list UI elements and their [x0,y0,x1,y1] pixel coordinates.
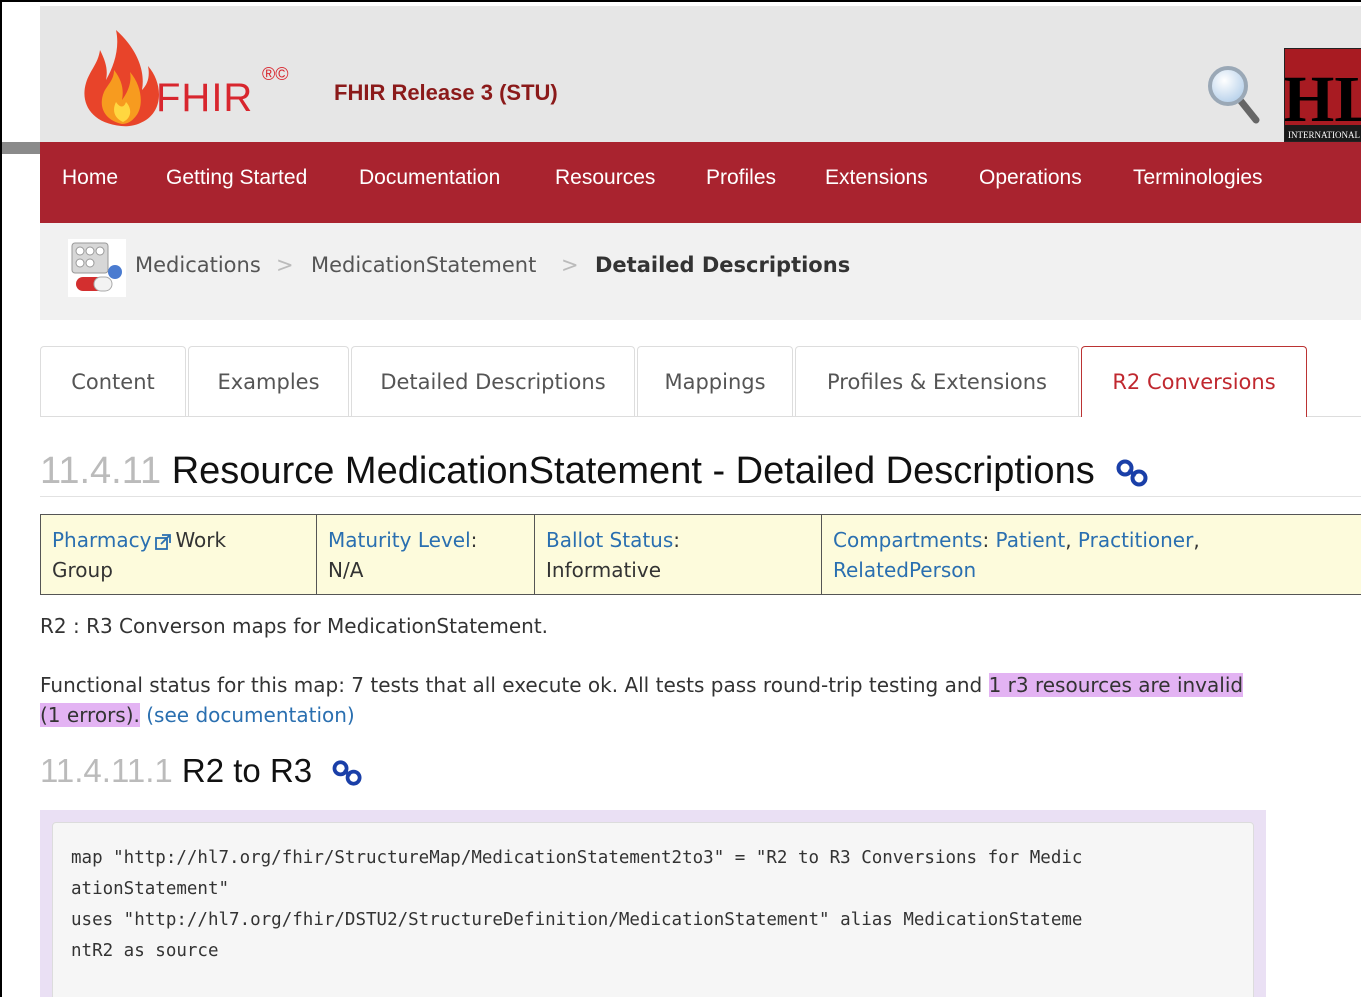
code-line: ntR2 as source [71,941,219,961]
intro-text: R2 : R3 Converson maps for MedicationSta… [40,614,549,638]
compartments-cell: Compartments: Patient, Practitioner, Rel… [821,515,1361,594]
tab-profiles-extensions[interactable]: Profiles & Extensions [795,346,1079,416]
breadcrumb-medicationstatement[interactable]: MedicationStatement [311,253,536,277]
code-line: ationStatement" [71,879,230,899]
tab-detailed-descriptions[interactable]: Detailed Descriptions [351,346,635,416]
functional-status: Functional status for this map: 7 tests … [40,670,1244,730]
compartments-link[interactable]: Compartments [833,528,982,552]
section-title: 11.4.11.1 R2 to R3 [40,752,365,790]
code-block-wrapper: map "http://hl7.org/fhir/StructureMap/Me… [40,810,1266,997]
section-title-text: R2 to R3 [181,752,313,789]
tab-content[interactable]: Content [40,346,186,416]
workgroup-text: Group [52,558,113,582]
nav-resources[interactable]: Resources [555,166,655,190]
maturity-cell: Maturity Level: N/A [316,515,534,594]
site-header: FHIR ®© FHIR Release 3 (STU) HL7 INTERNA… [40,6,1361,142]
hl7-logo-subtitle: INTERNATIONAL [1288,130,1360,140]
fhir-logo-text[interactable]: FHIR [156,76,253,121]
release-title: FHIR Release 3 (STU) [334,80,558,105]
ballot-status-link[interactable]: Ballot Status [546,528,673,552]
nav-extensions[interactable]: Extensions [825,166,928,190]
medications-icon [68,239,126,297]
maturity-level-link[interactable]: Maturity Level [328,528,471,552]
functional-status-text: Functional status for this map: 7 tests … [40,673,983,697]
workgroup-link[interactable]: Pharmacy [52,528,151,552]
breadcrumb-current: Detailed Descriptions [595,253,851,277]
resource-info-table: Pharmacy Work Group Maturity Level: N/A … [40,514,1361,595]
nav-getting-started[interactable]: Getting Started [166,166,307,190]
nav-home[interactable]: Home [62,166,118,190]
maturity-level-value: N/A [328,558,364,582]
resource-tabs: Content Examples Detailed Descriptions M… [40,346,1361,418]
external-link-icon[interactable] [154,533,172,551]
breadcrumb-separator: > [276,253,294,277]
workgroup-cell: Pharmacy Work Group [41,515,316,594]
tab-examples[interactable]: Examples [188,346,349,416]
breadcrumb-separator: > [561,253,579,277]
compartment-relatedperson-link[interactable]: RelatedPerson [833,558,976,582]
breadcrumb: Medications > MedicationStatement > Deta… [40,223,1361,320]
search-icon[interactable] [1206,64,1262,124]
see-documentation-link[interactable]: (see documentation) [146,703,354,727]
section-title-number: 11.4.11.1 [40,752,173,789]
page-title-text: Resource MedicationStatement - Detailed … [171,450,1095,492]
anchor-link-icon[interactable] [331,759,365,787]
ballot-status-value: Informative [546,558,661,582]
workgroup-text: Work [175,528,227,552]
title-divider [40,496,1361,497]
page-title: 11.4.11 Resource MedicationStatement - D… [40,450,1151,493]
nav-documentation[interactable]: Documentation [359,166,500,190]
anchor-link-icon[interactable] [1115,458,1151,488]
hl7-logo[interactable]: HL7 INTERNATIONAL [1284,48,1361,142]
page-title-number: 11.4.11 [40,450,162,492]
nav-terminologies[interactable]: Terminologies [1133,166,1263,190]
browser-viewport: FHIR ®© FHIR Release 3 (STU) HL7 INTERNA… [0,0,1361,997]
ballot-cell: Ballot Status: Informative [534,515,821,594]
side-accent [2,142,40,154]
compartment-patient-link[interactable]: Patient [996,528,1066,552]
errors-highlight: (1 errors). [40,703,140,727]
nav-profiles[interactable]: Profiles [706,166,776,190]
structure-map-code[interactable]: map "http://hl7.org/fhir/StructureMap/Me… [52,822,1254,997]
nav-operations[interactable]: Operations [979,166,1082,190]
main-nav: Home Getting Started Documentation Resou… [40,142,1361,223]
invalid-resources-highlight: 1 r3 resources are invalid [988,673,1244,697]
tab-mappings[interactable]: Mappings [637,346,793,416]
tab-r2-conversions[interactable]: R2 Conversions [1081,346,1307,417]
fhir-flame-icon[interactable] [76,28,166,128]
code-line: uses "http://hl7.org/fhir/DSTU2/Structur… [71,910,1083,930]
fhir-logo-trademark: ®© [262,64,289,84]
compartment-practitioner-link[interactable]: Practitioner [1078,528,1193,552]
code-line: map "http://hl7.org/fhir/StructureMap/Me… [71,848,1083,868]
breadcrumb-medications[interactable]: Medications [135,253,261,277]
